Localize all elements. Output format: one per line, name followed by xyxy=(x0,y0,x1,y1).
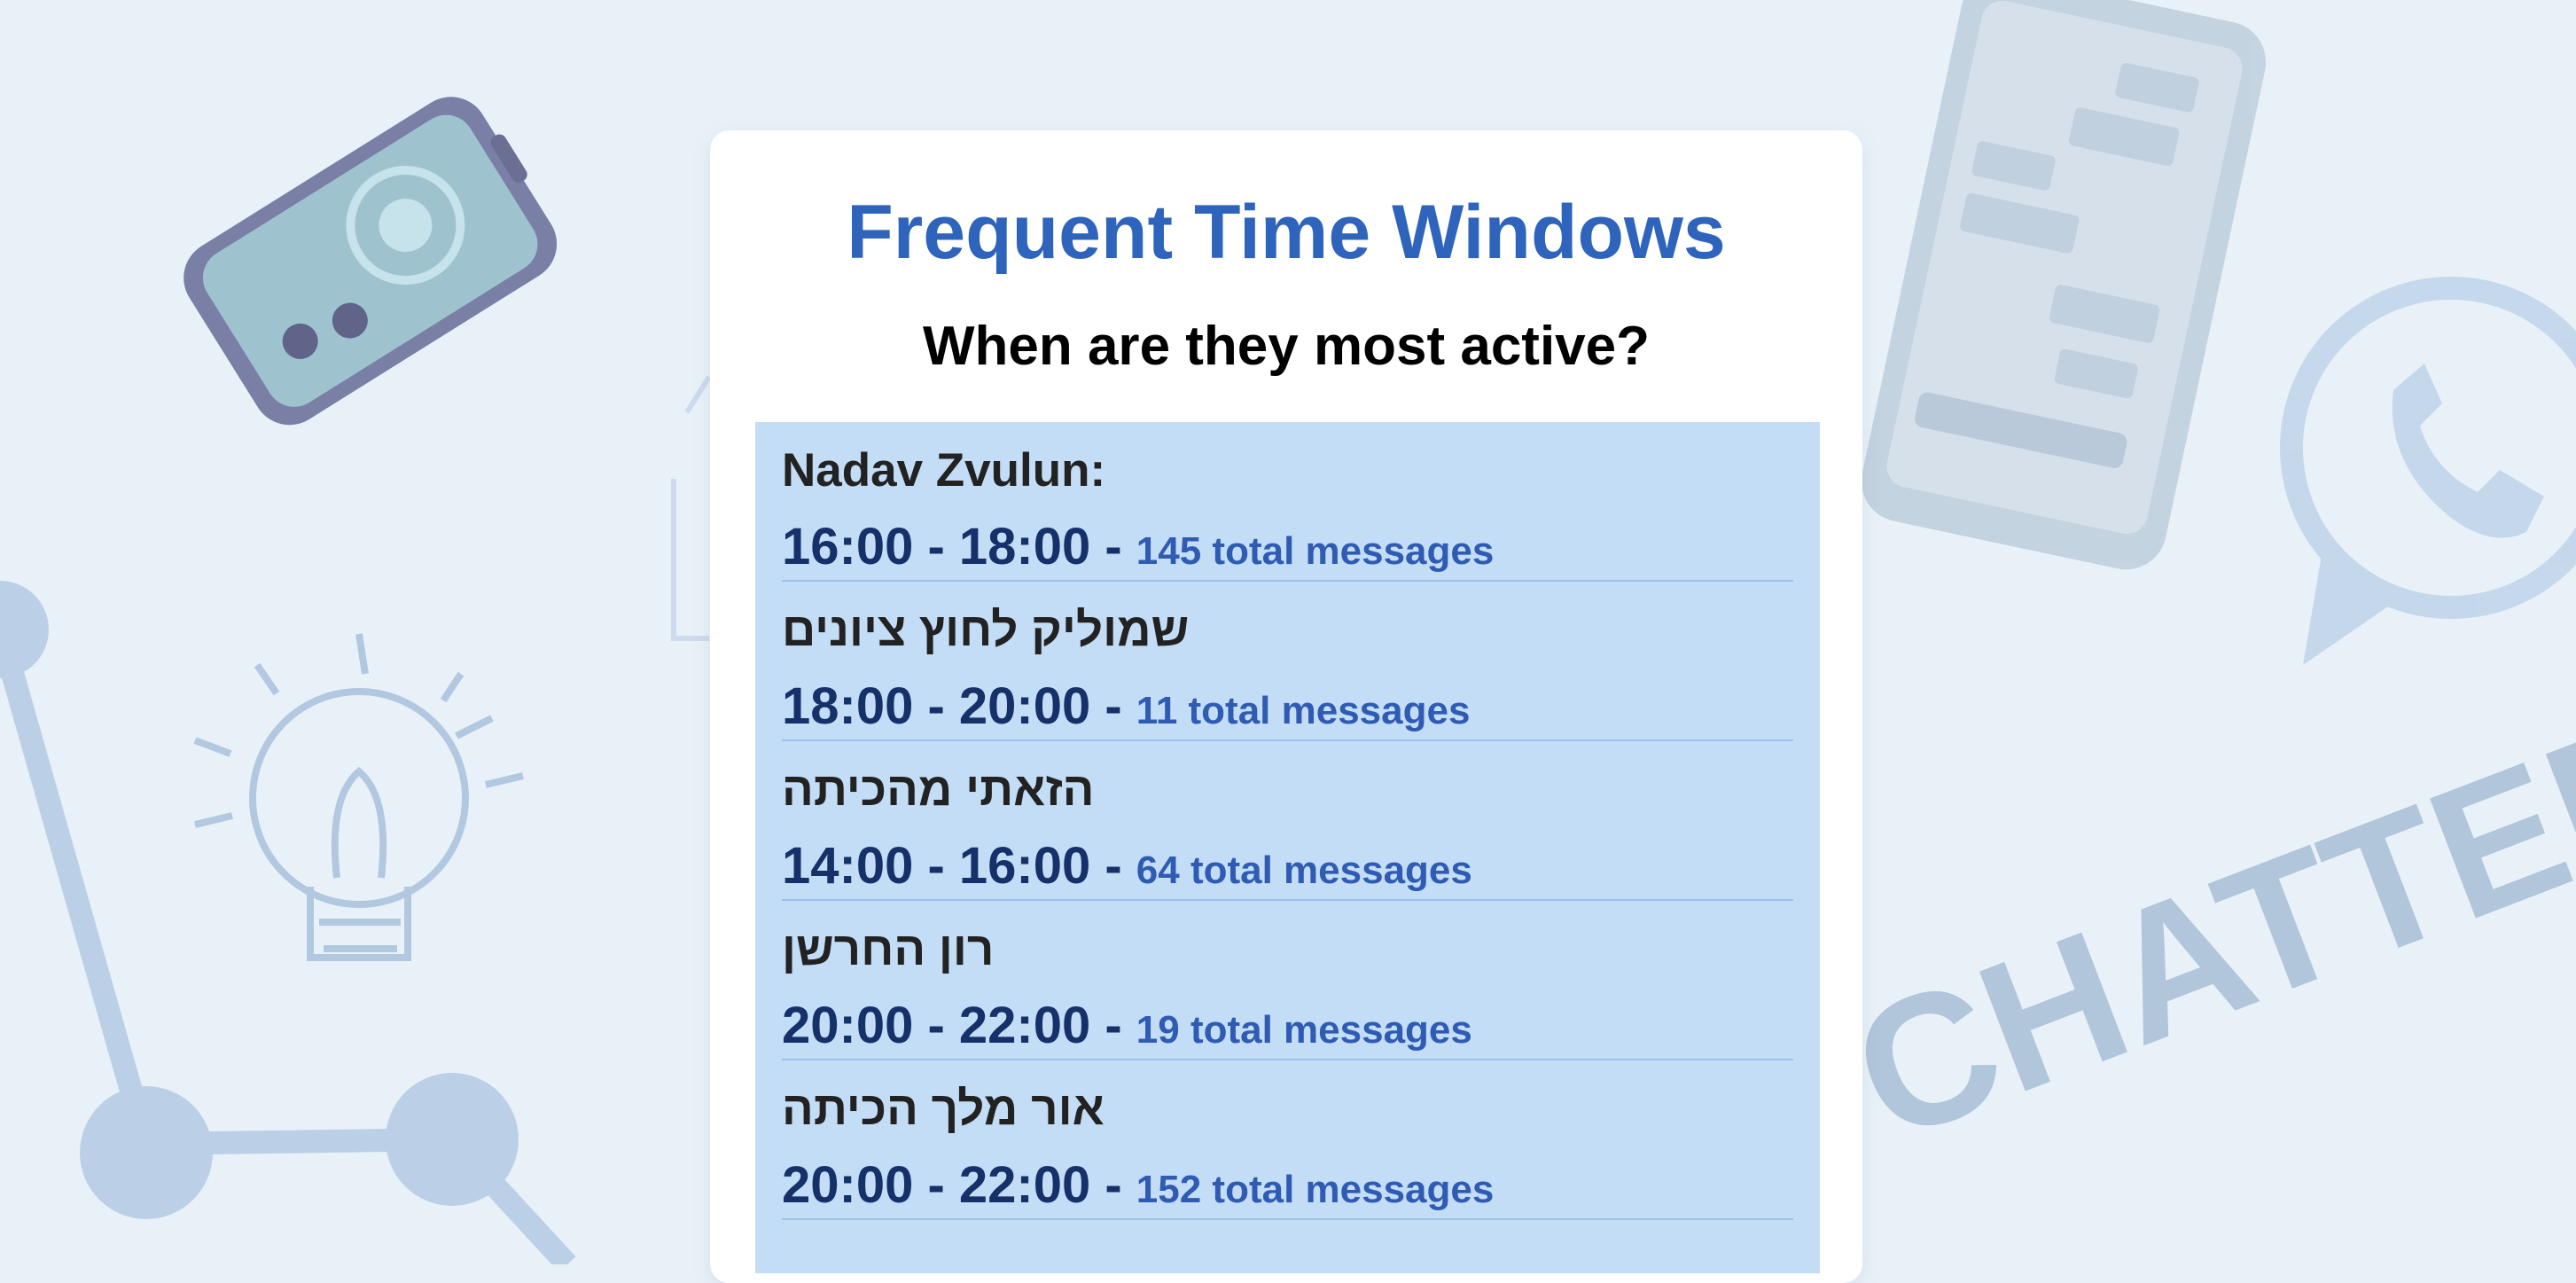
participant-name: Nadav Zvulun: xyxy=(782,444,1106,497)
lightbulb-icon xyxy=(193,633,524,961)
participant-name: הזאתי מהכיתה xyxy=(782,763,1095,816)
participant-name: אור מלך הכיתה xyxy=(782,1083,1105,1135)
list-item: הזאתי מהכיתה 14:00 - 16:00 - 64 total me… xyxy=(782,741,1793,901)
chatter-watermark: CHATTER xyxy=(1828,673,2576,1181)
message-count: 11 total messages xyxy=(1136,689,1471,732)
time-window-list: Nadav Zvulun: 16:00 - 18:00 - 145 total … xyxy=(755,422,1820,1273)
time-window-line: 16:00 - 18:00 - 145 total messages xyxy=(782,521,1494,573)
time-window: 16:00 - 18:00 - xyxy=(782,518,1136,575)
doodle-decoration xyxy=(671,375,712,641)
message-count: 152 total messages xyxy=(1136,1168,1495,1211)
time-window-line: 14:00 - 16:00 - 64 total messages xyxy=(782,841,1472,892)
participant-name: שמוליק לחוץ ציונים xyxy=(782,604,1190,656)
list-item: Nadav Zvulun: 16:00 - 18:00 - 145 total … xyxy=(782,422,1793,582)
card-subtitle: When are they most active? xyxy=(922,316,1651,377)
message-count: 145 total messages xyxy=(1136,529,1495,573)
time-window-line: 20:00 - 22:00 - 152 total messages xyxy=(782,1160,1494,1211)
smartphone-chat-icon xyxy=(1861,0,2267,570)
list-item: רון החרשן 20:00 - 22:00 - 19 total messa… xyxy=(782,901,1793,1060)
network-nodes-icon xyxy=(0,581,576,1264)
time-window: 18:00 - 20:00 - xyxy=(782,677,1136,735)
time-window-line: 20:00 - 22:00 - 19 total messages xyxy=(782,1000,1472,1052)
list-item: אור מלך הכיתה 20:00 - 22:00 - 152 total … xyxy=(782,1060,1793,1220)
time-window: 20:00 - 22:00 - xyxy=(782,1156,1136,1214)
time-window: 14:00 - 16:00 - xyxy=(782,837,1136,895)
message-count: 19 total messages xyxy=(1136,1008,1472,1052)
frequent-time-windows-card: Frequent Time Windows When are they most… xyxy=(710,130,1862,1283)
message-count: 64 total messages xyxy=(1136,849,1472,892)
participant-name: רון החרשן xyxy=(782,923,995,975)
whatsapp-icon xyxy=(2280,277,2576,665)
card-title: Frequent Time Windows xyxy=(847,190,1726,275)
list-item: שמוליק לחוץ ציונים 18:00 - 20:00 - 11 to… xyxy=(782,582,1793,741)
phone-icon xyxy=(183,97,558,426)
time-window: 20:00 - 22:00 - xyxy=(782,997,1136,1054)
time-window-line: 18:00 - 20:00 - 11 total messages xyxy=(782,681,1470,732)
